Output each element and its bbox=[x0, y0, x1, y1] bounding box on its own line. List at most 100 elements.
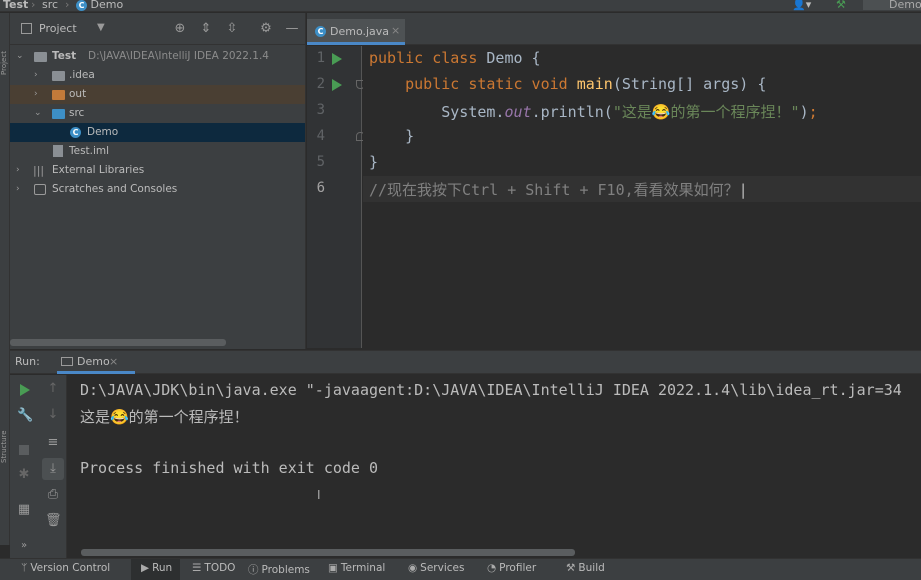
tool-window-bar: ᛘ Version Control ▶ Run ☰ TODO ⓘ Problems ▣ T… bbox=[0, 558, 921, 580]
console-icon bbox=[61, 357, 73, 366]
version-control-button[interactable]: ᛘ Version Control bbox=[21, 562, 110, 574]
gear-icon[interactable]: ⚙ bbox=[258, 21, 274, 36]
project-folder-icon bbox=[34, 52, 47, 62]
terminal-button[interactable]: ▣ Terminal bbox=[328, 562, 385, 574]
status-item-label: Problems bbox=[261, 564, 310, 576]
status-item-label: Version Control bbox=[30, 562, 111, 574]
services-icon: ◉ bbox=[408, 562, 418, 574]
problems-button[interactable]: ⓘ Problems bbox=[248, 562, 310, 577]
debug-bug-icon[interactable]: ✱ bbox=[16, 467, 32, 482]
horizontal-scrollbar[interactable] bbox=[81, 549, 575, 556]
line-number: 6 bbox=[316, 180, 325, 196]
java-class-icon: C bbox=[76, 0, 87, 11]
breadcrumb-project[interactable]: Test bbox=[3, 0, 28, 11]
tree-item-label: out bbox=[69, 88, 87, 100]
expand-all-icon[interactable]: ⇕ bbox=[198, 21, 214, 36]
tree-item-scratches[interactable]: › Scratches and Consoles bbox=[10, 180, 305, 199]
excluded-folder-icon bbox=[52, 90, 65, 100]
line-number: 1 bbox=[316, 50, 325, 66]
breadcrumb-folder[interactable]: src bbox=[42, 0, 58, 11]
scratches-icon bbox=[34, 184, 46, 195]
java-class-icon: C bbox=[70, 127, 81, 138]
code-line-1: public class Demo { bbox=[369, 49, 541, 67]
project-view-icon bbox=[21, 23, 32, 34]
tree-item-test-iml[interactable]: Test.iml bbox=[10, 142, 305, 161]
tree-item-src[interactable]: ⌄ src bbox=[10, 104, 305, 123]
tree-item-idea[interactable]: › .idea bbox=[10, 66, 305, 85]
info-icon: ⓘ bbox=[248, 564, 259, 576]
run-panel-header: Run: Demo × bbox=[10, 350, 921, 374]
more-icon[interactable]: » bbox=[16, 540, 32, 551]
structure-tool-window-label[interactable]: Structure bbox=[0, 403, 10, 463]
tree-item-out[interactable]: › out bbox=[10, 85, 305, 104]
services-button[interactable]: ◉ Services bbox=[408, 562, 464, 574]
wrench-icon[interactable]: 🔧 bbox=[17, 408, 33, 423]
run-main-icon[interactable] bbox=[332, 79, 342, 91]
run-tab-label: Demo bbox=[77, 355, 110, 368]
run-config-selector[interactable]: Demo bbox=[863, 0, 921, 11]
todo-button[interactable]: ☰ TODO bbox=[192, 562, 235, 574]
project-panel-title[interactable]: Project bbox=[39, 22, 77, 35]
horizontal-scrollbar[interactable] bbox=[10, 339, 226, 346]
build-button[interactable]: ⚒ Build bbox=[566, 562, 605, 574]
tree-item-label: Scratches and Consoles bbox=[52, 183, 178, 195]
code-token: main bbox=[576, 75, 613, 93]
locate-file-icon[interactable]: ⊕ bbox=[172, 21, 188, 36]
tree-item-label: .idea bbox=[69, 69, 95, 81]
soft-wrap-icon[interactable]: ≡ bbox=[45, 435, 61, 450]
chevron-right-icon[interactable]: › bbox=[16, 180, 20, 199]
tree-item-label: External Libraries bbox=[52, 164, 145, 176]
chevron-down-icon[interactable]: ▼ bbox=[97, 22, 105, 33]
status-item-label: Services bbox=[420, 562, 465, 574]
project-tool-window-label[interactable]: Project bbox=[0, 25, 10, 75]
collapse-all-icon[interactable]: ⇳ bbox=[224, 21, 240, 36]
arrow-down-icon[interactable]: ↓ bbox=[45, 407, 61, 422]
console-line: D:\JAVA\JDK\bin\java.exe "-javaagent:D:\… bbox=[80, 381, 902, 399]
profiler-button[interactable]: ◔ Profiler bbox=[487, 562, 536, 574]
editor-gutter: 1 2 3 4 5 6 bbox=[307, 46, 365, 348]
build-hammer-icon[interactable]: ⚒ bbox=[836, 0, 846, 11]
code-line-6: //现在我按下Ctrl + Shift + F10,看看效果如何？| bbox=[369, 179, 748, 200]
hammer-icon: ⚒ bbox=[566, 562, 576, 574]
tree-item-demo[interactable]: C Demo bbox=[10, 123, 305, 142]
tab-demo-java[interactable]: C Demo.java × bbox=[307, 19, 405, 45]
trash-icon[interactable]: 🗑 bbox=[45, 513, 62, 528]
profiler-icon: ◔ bbox=[487, 562, 497, 574]
hide-panel-icon[interactable]: — bbox=[284, 21, 300, 36]
close-icon[interactable]: × bbox=[391, 24, 400, 37]
user-icon[interactable]: 👤▾ bbox=[792, 0, 811, 11]
chevron-right-icon[interactable]: › bbox=[34, 85, 38, 104]
tree-item-label: Test bbox=[52, 50, 77, 62]
breadcrumb-file[interactable]: C Demo bbox=[76, 0, 123, 11]
rerun-icon[interactable] bbox=[20, 384, 30, 396]
code-token: System. bbox=[441, 103, 505, 121]
tree-item-test[interactable]: ⌄ Test D:\JAVA\IDEA\IntelliJ IDEA 2022.1… bbox=[10, 47, 305, 66]
line-number: 3 bbox=[316, 102, 325, 118]
run-tool-button[interactable]: ▶ Run bbox=[131, 559, 181, 580]
chevron-right-icon[interactable]: › bbox=[16, 161, 20, 180]
chevron-down-icon[interactable]: ⌄ bbox=[16, 47, 24, 66]
run-class-icon[interactable] bbox=[332, 53, 342, 65]
code-token: (String[] args) { bbox=[612, 75, 767, 93]
tree-item-external-libraries[interactable]: › ||| External Libraries bbox=[10, 161, 305, 180]
navigation-bar: Test › src › C Demo 👤▾ ⚒ Demo bbox=[0, 0, 921, 12]
chevron-right-icon[interactable]: › bbox=[34, 66, 38, 85]
close-icon[interactable]: × bbox=[109, 355, 118, 368]
stop-icon[interactable] bbox=[19, 445, 29, 455]
status-item-label: Terminal bbox=[340, 562, 386, 574]
tree-item-label: Test.iml bbox=[69, 145, 110, 157]
arrow-up-icon[interactable]: ↑ bbox=[45, 381, 61, 396]
code-editor[interactable]: public class Demo { public static void m… bbox=[363, 46, 921, 348]
list-icon: ☰ bbox=[192, 562, 202, 574]
project-panel: Project ▼ ⊕ ⇕ ⇳ ⚙ — ⌄ Test D:\JAVA\IDEA\… bbox=[10, 13, 306, 349]
chevron-down-icon[interactable]: ⌄ bbox=[34, 104, 42, 123]
layout-icon[interactable]: ▦ bbox=[16, 502, 32, 517]
status-item-label: Profiler bbox=[499, 562, 537, 574]
run-tab-demo[interactable]: Demo × bbox=[57, 351, 135, 374]
console-line: 这是😂的第一个程序捏！ bbox=[80, 408, 249, 426]
play-icon: ▶ bbox=[141, 562, 150, 574]
print-icon[interactable]: ⎙ bbox=[45, 487, 61, 502]
console-output[interactable]: D:\JAVA\JDK\bin\java.exe "-javaagent:D:\… bbox=[67, 375, 921, 558]
